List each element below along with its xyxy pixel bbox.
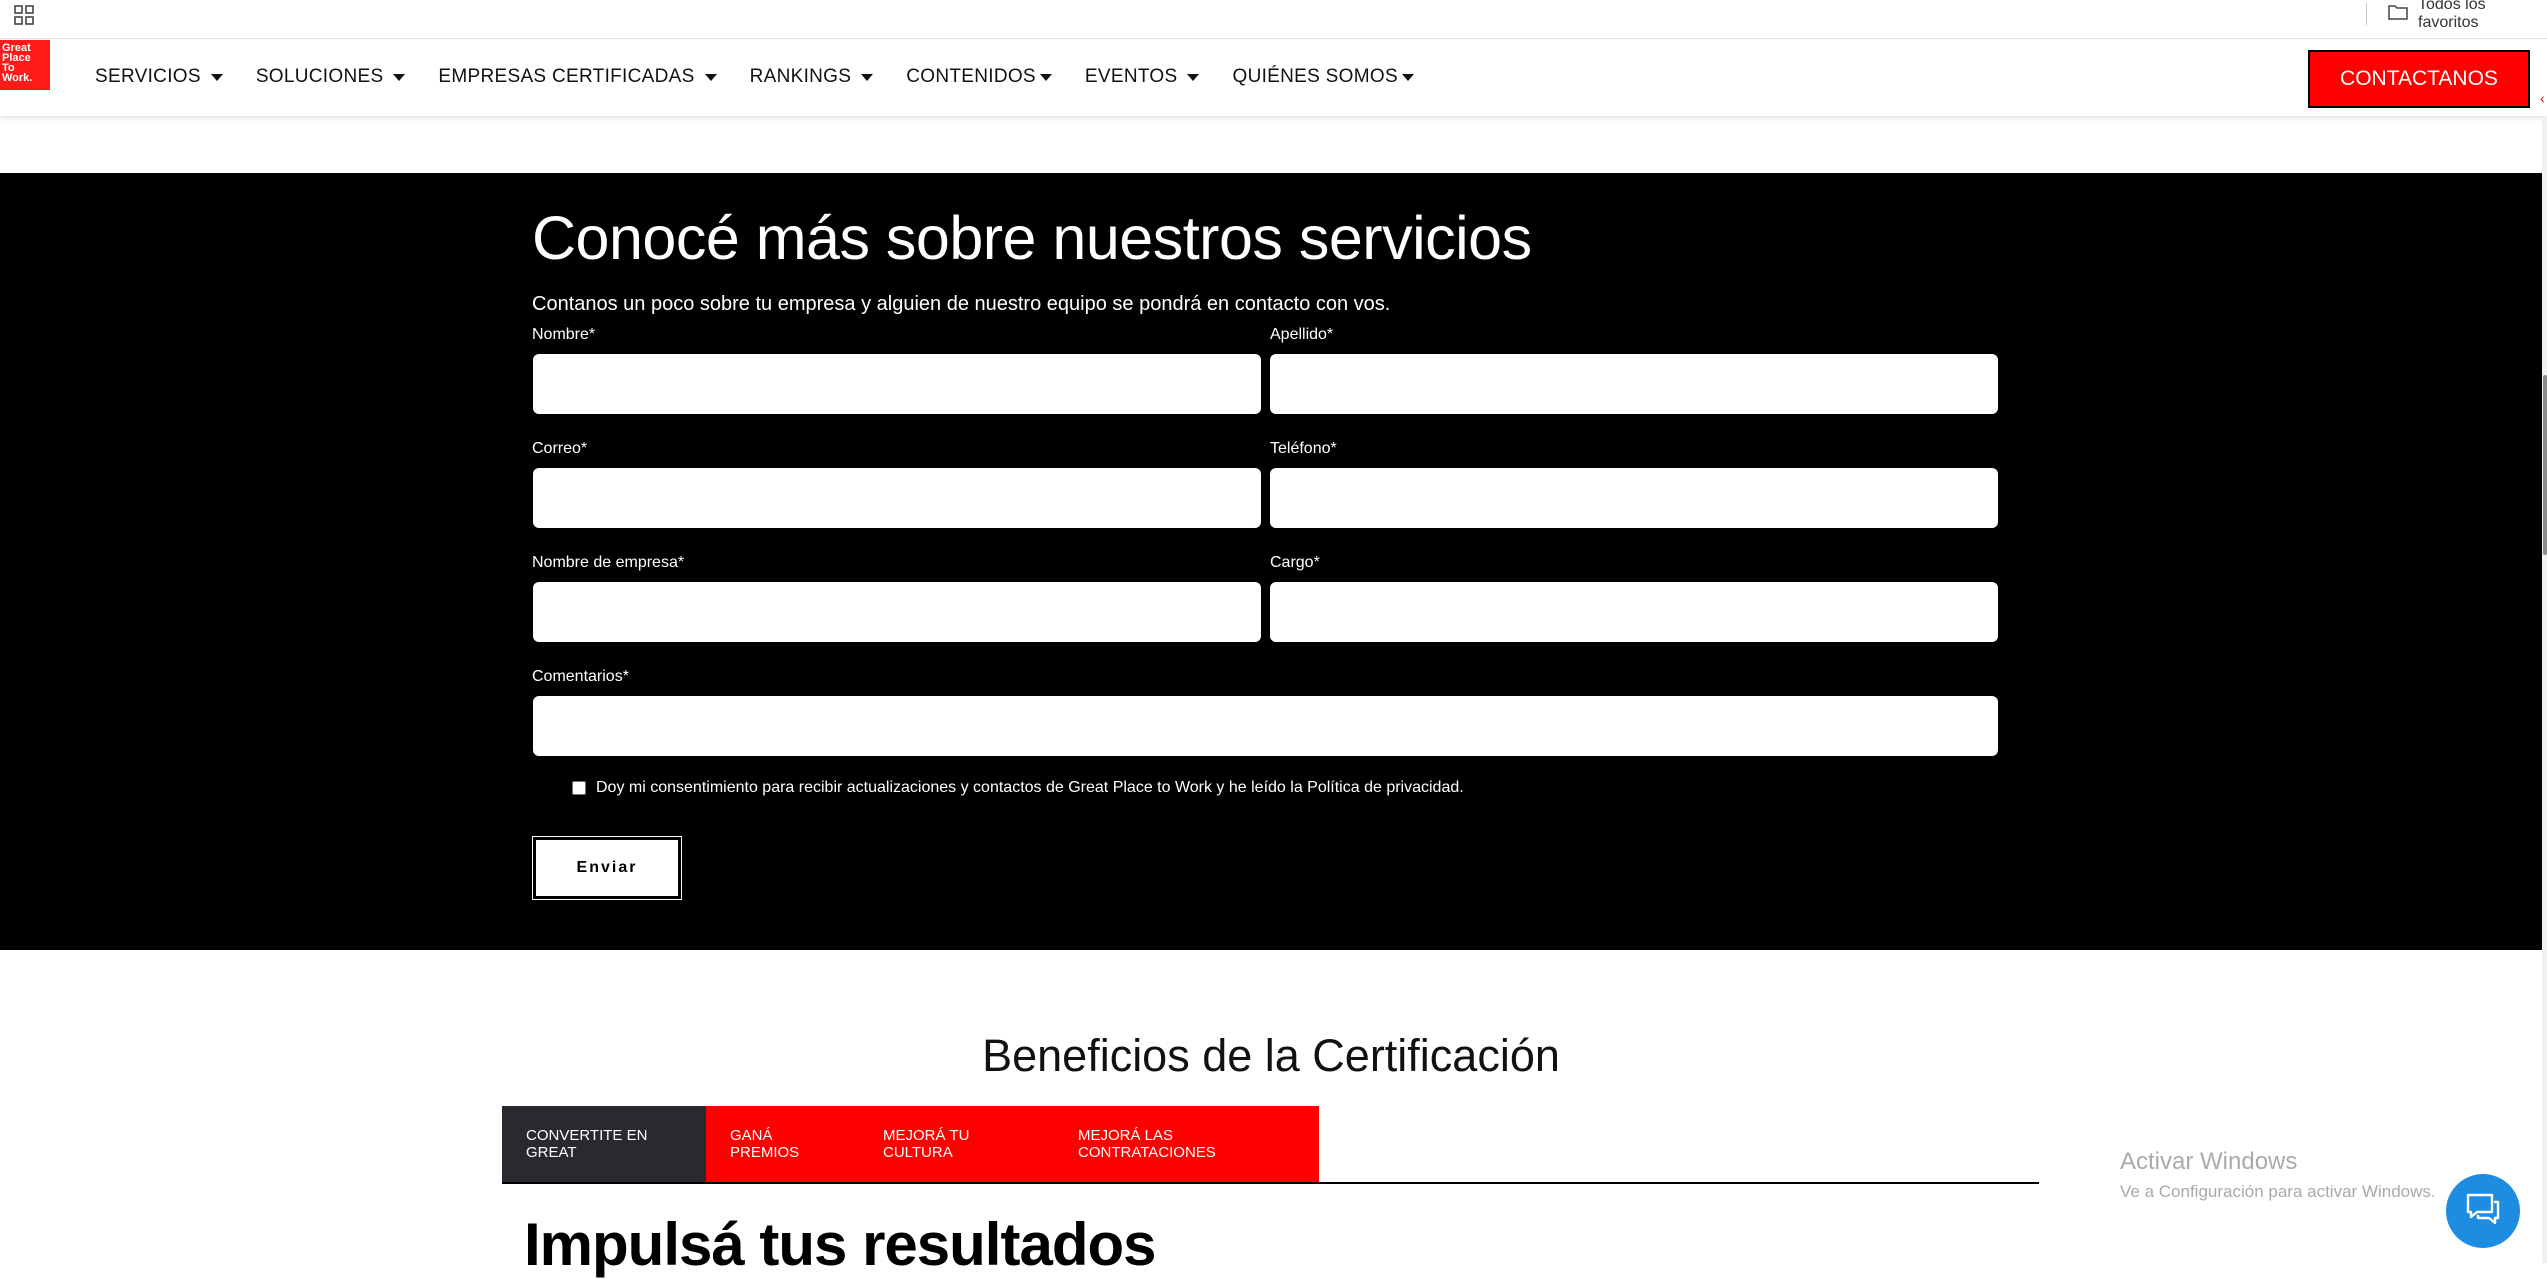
benefits-tabs: CONVERTITE EN GREAT GANÁ PREMIOS MEJORÁ … [502,1106,1319,1182]
scrollbar-thumb[interactable] [2543,375,2547,555]
tab-convertite-en-great[interactable]: CONVERTITE EN GREAT [502,1106,706,1182]
chat-icon [2464,1192,2502,1231]
contact-button[interactable]: CONTACTANOS [2308,50,2530,108]
apps-grid-icon[interactable] [14,5,34,25]
menu-item-contenidos[interactable]: CONTENIDOS [906,66,1052,88]
caret-down-icon [1187,73,1200,81]
comentarios-label: Comentarios* [532,668,629,685]
menu-item-rankings[interactable]: RANKINGS [750,66,874,88]
form-heading: Conocé más sobre nuestros servicios [532,204,1532,272]
menu-item-quienes-somos[interactable]: QUIÉNES SOMOS [1232,66,1414,88]
all-favorites-folder[interactable]: Todos los favoritos [2388,0,2547,31]
nombre-field[interactable] [533,354,1261,414]
favorites-label: Todos los favoritos [2418,0,2486,31]
consent-text: Doy mi consentimiento para recibir actua… [596,779,1464,796]
caret-down-icon [1401,73,1414,81]
windows-activation-subtitle: Ve a Configuración para activar Windows. [2120,1182,2436,1201]
scroll-marker-icon: ‹ [2540,90,2545,106]
benefits-title: Beneficios de la Certificación [982,1030,1560,1081]
contact-form-section: Conocé más sobre nuestros servicios Cont… [0,173,2542,950]
menu-item-soluciones[interactable]: SOLUCIONES [256,66,406,88]
great-place-to-work-logo[interactable]: Great Place To Work. [0,40,50,90]
apellido-label: Apellido* [1270,326,1334,343]
menu-item-empresas-certificadas[interactable]: EMPRESAS CERTIFICADAS [438,66,717,88]
menu-item-servicios[interactable]: SERVICIOS [95,66,223,88]
correo-field[interactable] [533,468,1261,528]
folder-icon [2388,4,2408,25]
tab-gana-premios[interactable]: GANÁ PREMIOS [706,1106,859,1182]
telefono-label: Teléfono* [1270,440,1337,457]
tabs-divider [502,1182,2039,1184]
correo-label: Correo* [532,440,588,457]
empresa-field[interactable] [533,582,1261,642]
tab-mejora-las-contrataciones[interactable]: MEJORÁ LAS CONTRATACIONES [1054,1106,1319,1182]
caret-down-icon [704,73,717,81]
submit-button[interactable]: Enviar [532,836,682,900]
page-scrollbar[interactable] [2542,116,2547,1263]
empresa-label: Nombre de empresa* [532,554,685,571]
chat-widget-button[interactable] [2446,1174,2520,1248]
main-menu: SERVICIOS SOLUCIONES EMPRESAS CERTIFICAD… [95,66,1447,88]
telefono-field[interactable] [1270,468,1998,528]
form-subheading: Contanos un poco sobre tu empresa y algu… [532,293,1391,315]
consent-row: Doy mi consentimiento para recibir actua… [572,779,1464,797]
cargo-label: Cargo* [1270,554,1320,571]
tab-mejora-tu-cultura[interactable]: MEJORÁ TU CULTURA [859,1106,1054,1182]
consent-checkbox[interactable] [572,781,586,795]
tab-content-heading: Impulsá tus resultados [524,1211,1156,1278]
nombre-label: Nombre* [532,326,596,343]
bookmarks-bar: Todos los favoritos [0,0,2547,39]
cargo-field[interactable] [1270,582,1998,642]
menu-item-eventos[interactable]: EVENTOS [1085,66,1200,88]
caret-down-icon [861,73,874,81]
caret-down-icon [210,73,223,81]
caret-down-icon [393,73,406,81]
windows-activation-title: Activar Windows [2120,1148,2298,1175]
apellido-field[interactable] [1270,354,1998,414]
comentarios-field[interactable] [533,696,1998,756]
bookmarks-divider [2366,3,2367,25]
site-header: Great Place To Work. SERVICIOS SOLUCIONE… [0,40,2547,116]
caret-down-icon [1039,73,1052,81]
